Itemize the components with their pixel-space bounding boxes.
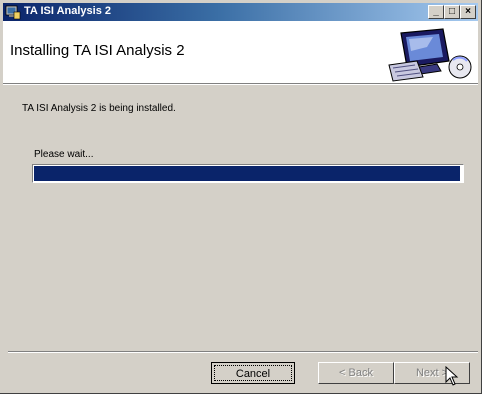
cancel-button-label: Cancel: [214, 365, 292, 381]
computer-cd-icon: [388, 28, 472, 82]
please-wait-label: Please wait...: [34, 149, 94, 160]
footer-divider-highlight: [8, 352, 478, 353]
progress-fill: [34, 166, 460, 181]
minimize-icon: _: [433, 6, 439, 17]
back-button[interactable]: < Back: [318, 362, 394, 384]
minimize-button[interactable]: _: [428, 5, 444, 19]
close-button[interactable]: ×: [460, 5, 476, 19]
install-progress-bar: [32, 164, 464, 183]
install-status-text: TA ISI Analysis 2 is being installed.: [22, 103, 176, 114]
cancel-button[interactable]: Cancel: [211, 362, 295, 384]
page-title: Installing TA ISI Analysis 2: [10, 42, 185, 59]
title-bar[interactable]: TA ISI Analysis 2 _ □ ×: [3, 3, 478, 21]
maximize-button[interactable]: □: [444, 5, 460, 19]
wizard-header: Installing TA ISI Analysis 2: [3, 21, 478, 84]
installer-window: TA ISI Analysis 2 _ □ × Installing TA IS…: [0, 0, 482, 394]
window-title: TA ISI Analysis 2: [24, 5, 112, 17]
header-divider: [3, 84, 478, 85]
maximize-icon: □: [448, 6, 456, 17]
mouse-cursor-icon: [445, 366, 459, 386]
installer-app-icon: [5, 5, 21, 20]
close-icon: ×: [465, 6, 471, 17]
